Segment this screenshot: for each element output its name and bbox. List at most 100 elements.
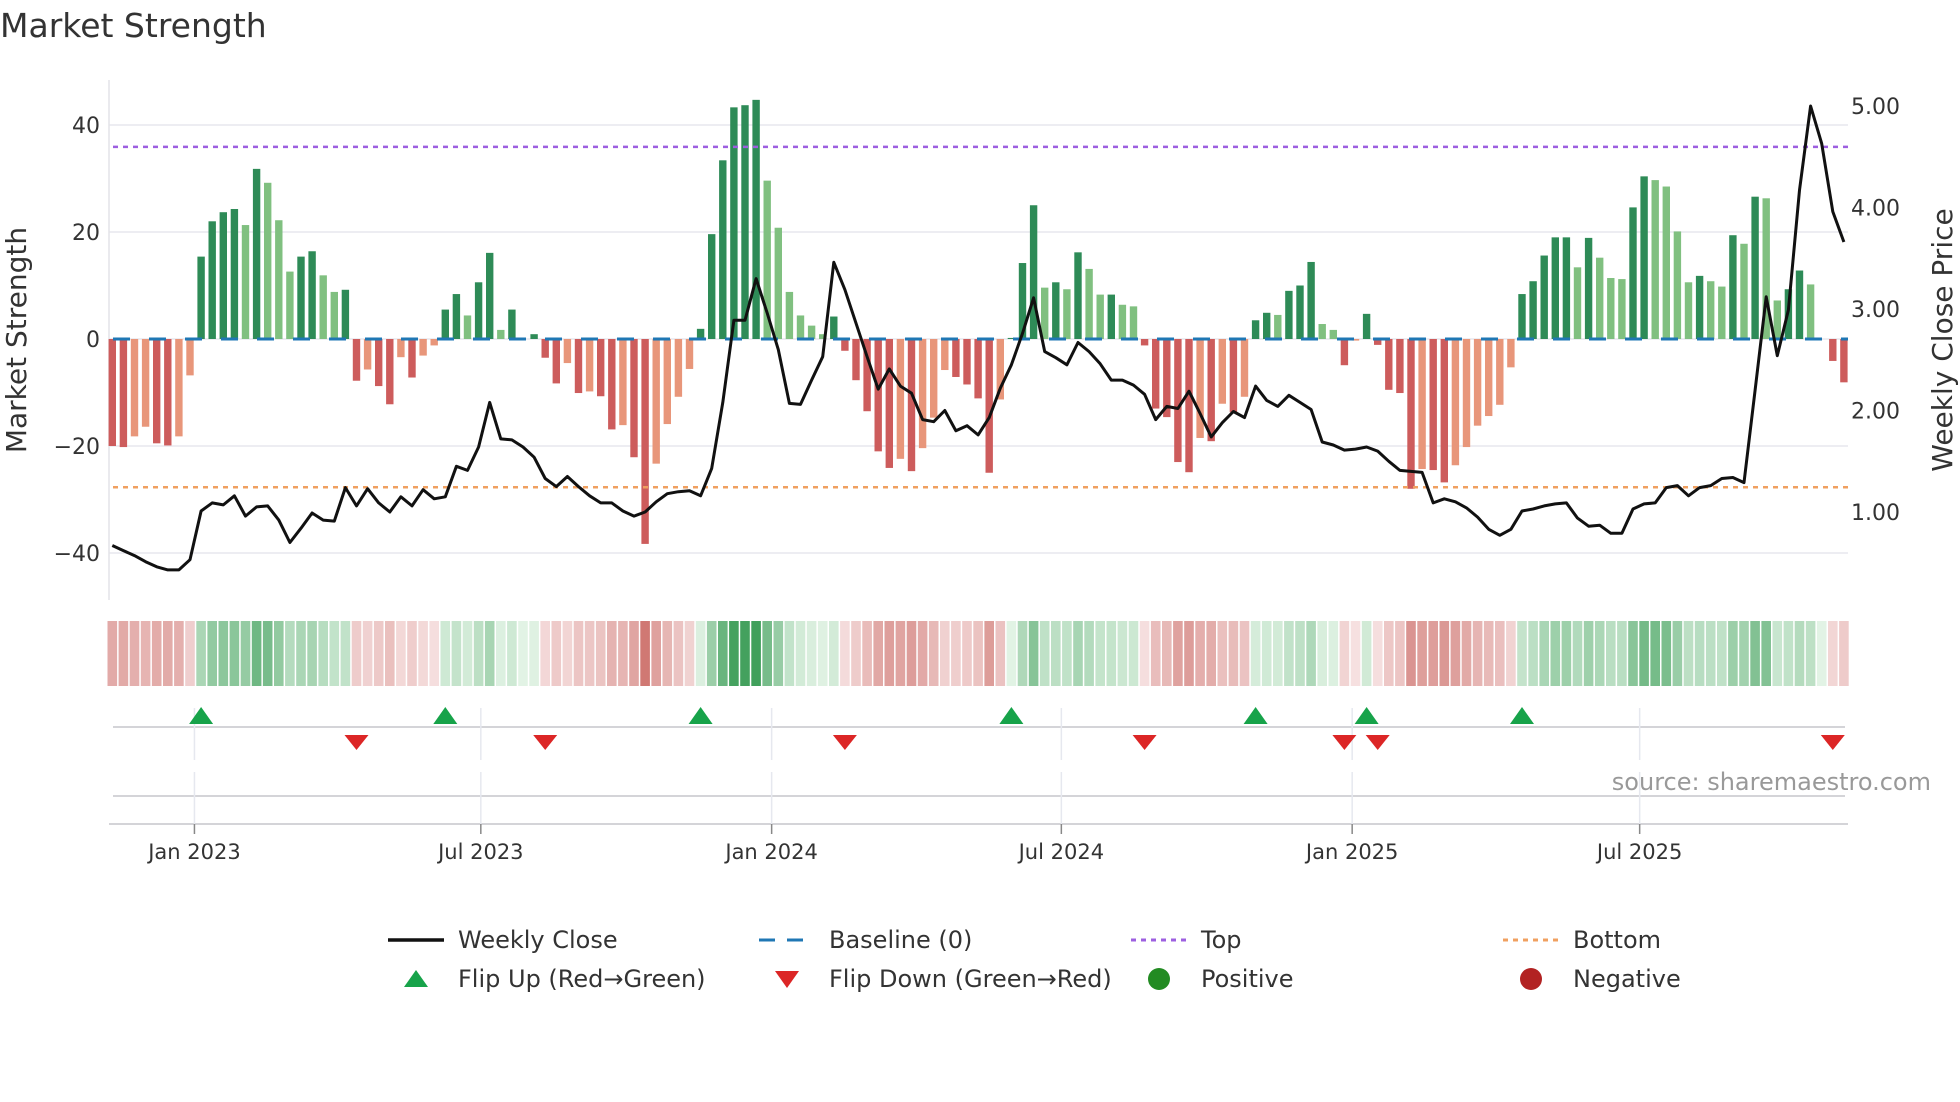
strength-bar bbox=[341, 289, 350, 339]
strength-bar bbox=[275, 220, 283, 339]
heat-strip-cell bbox=[1095, 621, 1105, 686]
heat-strip-cell bbox=[1228, 621, 1239, 686]
heat-strip-cell bbox=[518, 621, 528, 686]
strength-bar bbox=[1729, 235, 1737, 339]
heat-strip-cell bbox=[640, 621, 650, 686]
heat-strip-cell bbox=[1816, 621, 1827, 686]
heat-strip-cell bbox=[829, 621, 839, 686]
heat-strip-cell bbox=[185, 621, 195, 686]
heat-strip-cell bbox=[673, 621, 684, 686]
strength-bar bbox=[630, 339, 638, 458]
strength-bar bbox=[363, 339, 372, 370]
strength-bar bbox=[1518, 294, 1526, 339]
heat-strip-cell bbox=[1794, 621, 1805, 686]
strength-bar bbox=[1773, 300, 1781, 339]
heat-strip-cell bbox=[1073, 621, 1083, 686]
heat-strip-cell bbox=[174, 621, 184, 686]
strength-bar bbox=[252, 168, 261, 339]
heat-strip-cell bbox=[1517, 621, 1527, 686]
strength-bar bbox=[619, 339, 627, 426]
legend-label: Top bbox=[1201, 926, 1242, 954]
heat-strip-cell bbox=[1705, 621, 1716, 686]
legend-label: Bottom bbox=[1573, 926, 1662, 954]
legend-flip-up: Flip Up (Red→Green) bbox=[386, 962, 706, 996]
strength-bar bbox=[585, 339, 594, 392]
strength-bar bbox=[1629, 207, 1637, 339]
strength-bar bbox=[1751, 196, 1759, 339]
heat-strip-cell bbox=[751, 621, 761, 686]
heat-strip-cell bbox=[1273, 621, 1283, 686]
strength-bar bbox=[1240, 339, 1249, 397]
heat-strip-cell bbox=[1017, 621, 1028, 686]
heat-strip-cell bbox=[1683, 621, 1694, 686]
heat-strip-cell bbox=[296, 621, 306, 686]
strength-bar bbox=[1140, 339, 1149, 346]
y2-tick-label: 1.00 bbox=[1851, 501, 1900, 526]
heat-strip-cell bbox=[1439, 621, 1450, 686]
strength-bar bbox=[652, 339, 660, 464]
strength-bar bbox=[1596, 257, 1604, 339]
heat-strip-cell bbox=[895, 621, 906, 686]
x-tick-label: Jan 2025 bbox=[1304, 840, 1399, 864]
heat-strip-cell bbox=[1650, 621, 1660, 686]
legend-label: Positive bbox=[1201, 965, 1294, 993]
heat-strip-cell bbox=[362, 621, 373, 686]
strength-bar bbox=[386, 339, 394, 405]
heat-strip-cell bbox=[251, 621, 262, 686]
flip-up-marker bbox=[688, 707, 713, 724]
legend-label: Baseline (0) bbox=[829, 926, 973, 954]
legend-positive: Positive bbox=[1129, 962, 1294, 996]
strength-bar bbox=[208, 221, 216, 339]
heat-strip-cell bbox=[1173, 621, 1183, 686]
heat-strip-cell bbox=[706, 621, 717, 686]
legend-bottom: Bottom bbox=[1501, 923, 1661, 957]
strength-bar bbox=[785, 291, 794, 339]
heat-strip-cell bbox=[340, 621, 351, 686]
strength-bar bbox=[730, 107, 738, 339]
strength-bar bbox=[1263, 312, 1271, 339]
strength-bar bbox=[1640, 176, 1648, 339]
strength-bar bbox=[1651, 180, 1659, 339]
strength-bar bbox=[1829, 339, 1837, 361]
heat-strip-cell bbox=[1328, 621, 1339, 686]
y2-tick-label: 5.00 bbox=[1851, 95, 1900, 120]
heat-strip-cell bbox=[129, 621, 140, 686]
heat-strip-cell bbox=[1317, 621, 1327, 686]
strength-bar bbox=[1607, 278, 1615, 339]
heat-strip-cell bbox=[373, 621, 384, 686]
strength-bar bbox=[230, 208, 239, 339]
heat-strip-cell bbox=[496, 621, 506, 686]
heat-strip-cell bbox=[473, 621, 484, 686]
heat-strip-cell bbox=[1250, 621, 1261, 686]
strength-bar bbox=[574, 339, 583, 394]
legend-top: Top bbox=[1129, 923, 1242, 957]
strength-bar bbox=[1740, 243, 1748, 339]
strength-bar bbox=[963, 339, 971, 385]
heat-strip-cell bbox=[873, 621, 883, 686]
heat-strip-cell bbox=[1628, 621, 1638, 686]
heat-strip-cell bbox=[629, 621, 639, 686]
heat-strip-cell bbox=[940, 621, 950, 686]
legend-baseline: Baseline (0) bbox=[757, 923, 972, 957]
heat-strip-cell bbox=[1839, 621, 1849, 686]
strength-bar bbox=[508, 309, 516, 339]
heat-strip-cell bbox=[1583, 621, 1594, 686]
y-axis-title: Market Strength bbox=[0, 227, 33, 453]
strength-bar bbox=[685, 339, 694, 369]
y2-tick-label: 4.00 bbox=[1851, 197, 1900, 222]
strength-bar bbox=[352, 339, 361, 381]
heat-strip-cell bbox=[651, 621, 661, 686]
strength-bar bbox=[719, 160, 727, 339]
heat-strip-cell bbox=[1417, 621, 1427, 686]
strength-bar bbox=[1396, 339, 1404, 394]
dotted-line-purple-icon bbox=[1129, 923, 1189, 957]
strength-bar bbox=[1618, 279, 1626, 339]
strength-bar bbox=[286, 271, 294, 339]
heat-strip-cell bbox=[1594, 621, 1605, 686]
strength-bar bbox=[375, 339, 383, 387]
heat-strip-cell bbox=[540, 621, 550, 686]
strength-bar bbox=[1218, 339, 1226, 404]
flip-down-marker bbox=[1365, 735, 1390, 750]
heat-strip-cell bbox=[1617, 621, 1627, 686]
strength-bar bbox=[708, 234, 716, 339]
